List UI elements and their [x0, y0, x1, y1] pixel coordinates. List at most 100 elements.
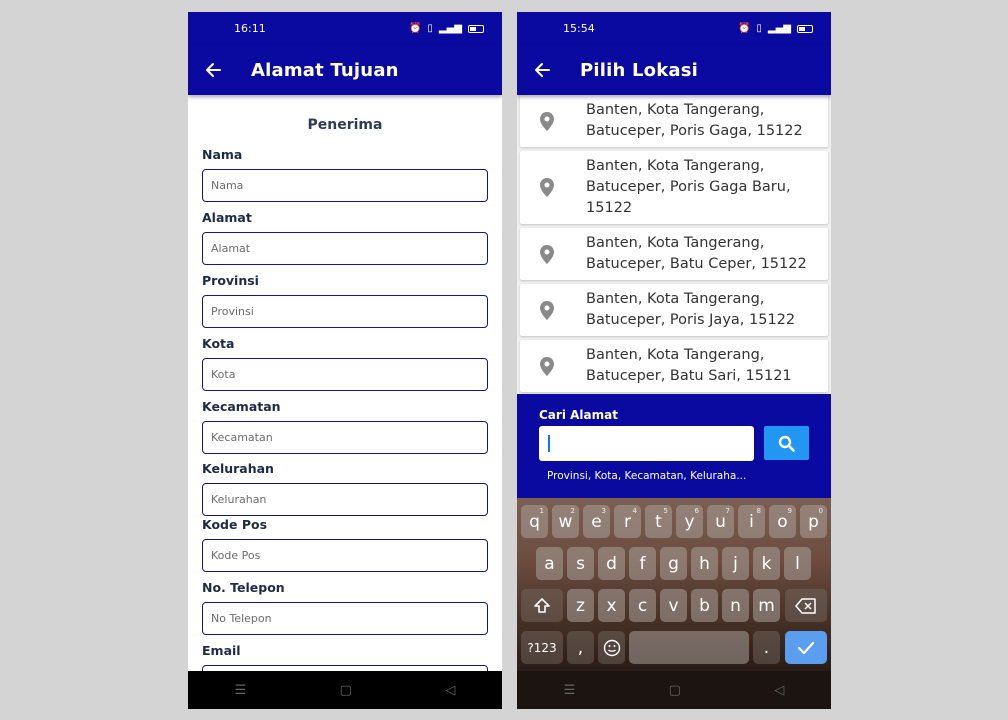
section-title: Penerima [307, 117, 383, 133]
key-a[interactable]: a [536, 547, 563, 580]
kelurahan-label: Kelurahan [202, 461, 274, 476]
space-key[interactable] [629, 631, 749, 664]
shift-key[interactable] [521, 589, 563, 622]
comma-key[interactable]: , [567, 631, 594, 664]
menu-nav-button[interactable]: ☰ [235, 683, 247, 698]
status-bar: 16:11 ⏰ ▯ ▂▄▆ [188, 12, 502, 45]
key-o[interactable]: o9 [769, 505, 796, 538]
key-m[interactable]: m [753, 589, 780, 622]
key-q[interactable]: q1 [521, 505, 548, 538]
location-item[interactable]: Banten, Kota Tangerang, Batuceper, Poris… [520, 284, 828, 336]
location-item[interactable]: Banten, Kota Tangerang, Batuceper, Poris… [520, 151, 828, 224]
alamat-label: Alamat [202, 210, 252, 225]
backspace-icon [795, 597, 816, 614]
key-s[interactable]: s [567, 547, 594, 580]
phone-screen-pilih-lokasi: 15:54 ⏰ ▯ ▂▄▆ Pilih Lokasi Banten, Kota … [517, 12, 831, 709]
kecamatan-input[interactable] [202, 421, 488, 454]
key-x[interactable]: x [598, 589, 625, 622]
telepon-input[interactable] [202, 602, 488, 635]
key-i[interactable]: i8 [738, 505, 765, 538]
search-button[interactable] [764, 426, 809, 460]
key-e[interactable]: e3 [583, 505, 610, 538]
status-icons: ⏰ ▯ ▂▄▆ [738, 23, 813, 34]
location-text: Banten, Kota Tangerang, Batuceper, Poris… [586, 291, 796, 328]
location-pin-icon [534, 244, 560, 264]
page-title: Alamat Tujuan [251, 59, 399, 81]
location-text: Banten, Kota Tangerang, Batuceper, Poris… [586, 102, 803, 139]
back-nav-button[interactable]: ◁ [445, 683, 455, 698]
key-k[interactable]: k [753, 547, 780, 580]
location-pin-icon [534, 356, 560, 376]
nama-input[interactable] [202, 169, 488, 202]
check-icon [797, 641, 815, 654]
back-nav-button[interactable]: ◁ [774, 683, 784, 698]
email-label: Email [202, 643, 241, 658]
period-key[interactable]: . [753, 631, 780, 664]
key-n[interactable]: n [722, 589, 749, 622]
back-button[interactable] [202, 59, 224, 81]
location-pin-icon [534, 300, 560, 320]
search-panel: Cari Alamat Provinsi, Kota, Kecamatan, K… [517, 394, 831, 498]
search-input[interactable] [539, 426, 754, 461]
location-item[interactable]: Banten, Kota Tangerang, Batuceper, Batu … [520, 340, 828, 392]
app-bar: Pilih Lokasi [517, 45, 831, 95]
key-z[interactable]: z [567, 589, 594, 622]
menu-nav-button[interactable]: ☰ [564, 683, 576, 698]
key-y[interactable]: y6 [676, 505, 703, 538]
key-f[interactable]: f [629, 547, 656, 580]
home-nav-button[interactable]: ▢ [340, 683, 352, 698]
battery-icon [468, 24, 484, 33]
key-h[interactable]: h [691, 547, 718, 580]
key-v[interactable]: v [660, 589, 687, 622]
key-l[interactable]: l [784, 547, 811, 580]
kelurahan-input[interactable] [202, 483, 488, 516]
signal-icon: ▂▄▆ [767, 23, 791, 34]
search-icon [778, 435, 795, 452]
app-bar: Alamat Tujuan [188, 45, 502, 95]
kota-label: Kota [202, 336, 235, 351]
location-list: Banten, Kota Tangerang, Batuceper, Poris… [517, 95, 831, 395]
key-w[interactable]: w2 [552, 505, 579, 538]
key-g[interactable]: g [660, 547, 687, 580]
enter-key[interactable] [785, 631, 827, 664]
shift-icon [534, 597, 550, 613]
recipient-form: Penerima Nama Alamat Provinsi Kota Kecam… [188, 95, 502, 672]
location-item[interactable]: Banten, Kota Tangerang, Batuceper, Batu … [520, 228, 828, 280]
vibrate-icon: ▯ [756, 23, 762, 34]
key-c[interactable]: c [629, 589, 656, 622]
alamat-input[interactable] [202, 232, 488, 265]
key-t[interactable]: t5 [645, 505, 672, 538]
provinsi-label: Provinsi [202, 273, 259, 288]
key-b[interactable]: b [691, 589, 718, 622]
key-j[interactable]: j [722, 547, 749, 580]
battery-icon [797, 24, 813, 33]
location-item[interactable]: Banten, Kota Tangerang, Batuceper, Poris… [520, 95, 828, 147]
phone-screen-alamat-tujuan: 16:11 ⏰ ▯ ▂▄▆ Alamat Tujuan Penerima Nam… [188, 12, 502, 709]
status-time: 16:11 [234, 22, 266, 35]
telepon-label: No. Telepon [202, 580, 285, 595]
location-text: Banten, Kota Tangerang, Batuceper, Poris… [586, 158, 791, 216]
search-hint: Provinsi, Kota, Kecamatan, Keluraha... [547, 470, 747, 482]
location-text: Banten, Kota Tangerang, Batuceper, Batu … [586, 347, 792, 384]
signal-icon: ▂▄▆ [438, 23, 462, 34]
vibrate-icon: ▯ [427, 23, 433, 34]
kecamatan-label: Kecamatan [202, 399, 281, 414]
backspace-key[interactable] [785, 589, 827, 622]
status-bar: 15:54 ⏰ ▯ ▂▄▆ [517, 12, 831, 45]
home-nav-button[interactable]: ▢ [669, 683, 681, 698]
back-button[interactable] [531, 59, 553, 81]
symbols-key[interactable]: ?123 [521, 631, 563, 664]
location-pin-icon [534, 111, 560, 131]
arrow-left-icon [206, 63, 221, 77]
key-d[interactable]: d [598, 547, 625, 580]
kode-pos-input[interactable] [202, 539, 488, 572]
key-r[interactable]: r4 [614, 505, 641, 538]
key-p[interactable]: p0 [800, 505, 827, 538]
provinsi-input[interactable] [202, 295, 488, 328]
arrow-left-icon [535, 63, 550, 77]
key-u[interactable]: u7 [707, 505, 734, 538]
alarm-icon: ⏰ [408, 23, 422, 34]
emoji-key[interactable] [598, 631, 625, 664]
kota-input[interactable] [202, 358, 488, 391]
status-time: 15:54 [563, 22, 595, 35]
